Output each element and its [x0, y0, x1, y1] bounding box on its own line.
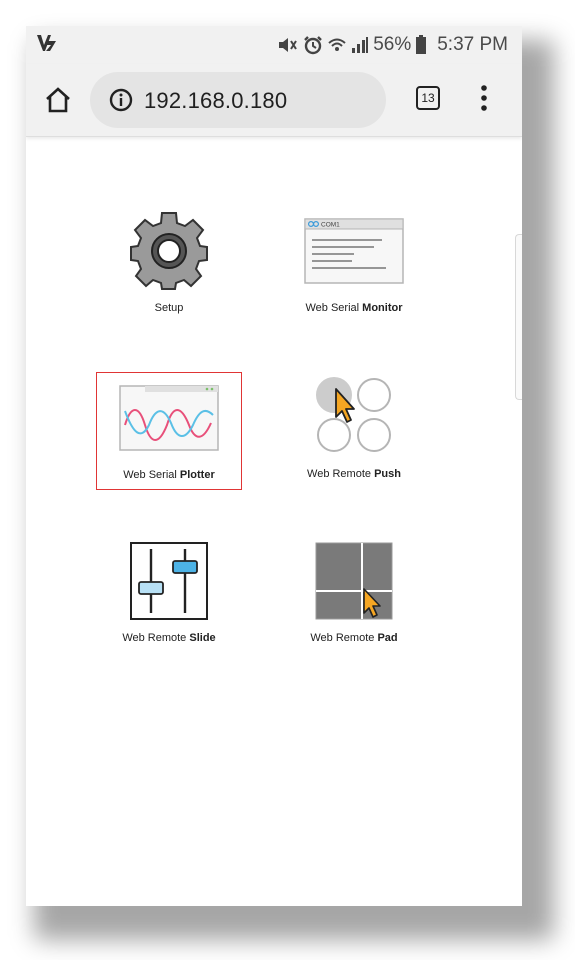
- tile-web-serial-monitor[interactable]: COM1 Web Serial Monitor: [281, 206, 427, 324]
- alarm-icon: [303, 35, 323, 55]
- battery-percent: 56%: [373, 34, 412, 55]
- more-vert-icon[interactable]: [476, 84, 492, 112]
- tile-label: Web Remote Slide: [122, 632, 216, 644]
- mute-icon: [277, 36, 299, 54]
- info-icon[interactable]: [109, 88, 133, 117]
- monitor-window-title: COM1: [321, 222, 340, 229]
- plotter-icon: [119, 373, 219, 463]
- battery-icon: [415, 35, 427, 55]
- phone-screen: 56% 5:37 PM 192.168.0.180 13 Setup COM1 …: [26, 26, 522, 906]
- tile-label: Web Serial Plotter: [123, 469, 215, 481]
- signal-icon: [351, 36, 369, 54]
- gear-icon: [127, 206, 211, 296]
- serial-monitor-icon: COM1: [304, 206, 404, 296]
- address-bar[interactable]: 192.168.0.180: [90, 72, 386, 128]
- tab-switcher-button[interactable]: 13: [416, 86, 440, 110]
- touch-pad-icon: [314, 536, 394, 626]
- tile-label: Setup: [154, 302, 184, 314]
- wifi-icon: [327, 35, 347, 55]
- sliders-icon: [129, 536, 209, 626]
- home-button[interactable]: [44, 86, 72, 119]
- status-bar: 56% 5:37 PM: [26, 26, 522, 64]
- tile-web-remote-slide[interactable]: Web Remote Slide: [96, 536, 242, 654]
- tile-web-remote-push[interactable]: Web Remote Push: [281, 372, 427, 490]
- tile-label: Web Remote Pad: [310, 632, 398, 644]
- home-icon: [44, 87, 72, 118]
- app-logo-icon: [36, 33, 58, 58]
- browser-toolbar: 192.168.0.180 13: [26, 64, 522, 137]
- push-buttons-icon: [312, 372, 396, 462]
- tile-web-serial-plotter[interactable]: Web Serial Plotter: [96, 372, 242, 490]
- tile-label: Web Remote Push: [307, 468, 401, 480]
- tile-setup[interactable]: Setup: [96, 206, 242, 324]
- status-icons: 56% 5:37 PM: [277, 33, 508, 57]
- tile-label: Web Serial Monitor: [305, 302, 403, 314]
- scroll-indicator[interactable]: [515, 234, 522, 400]
- url-text[interactable]: 192.168.0.180: [144, 88, 287, 114]
- tile-web-remote-pad[interactable]: Web Remote Pad: [281, 536, 427, 654]
- clock: 5:37 PM: [437, 34, 508, 55]
